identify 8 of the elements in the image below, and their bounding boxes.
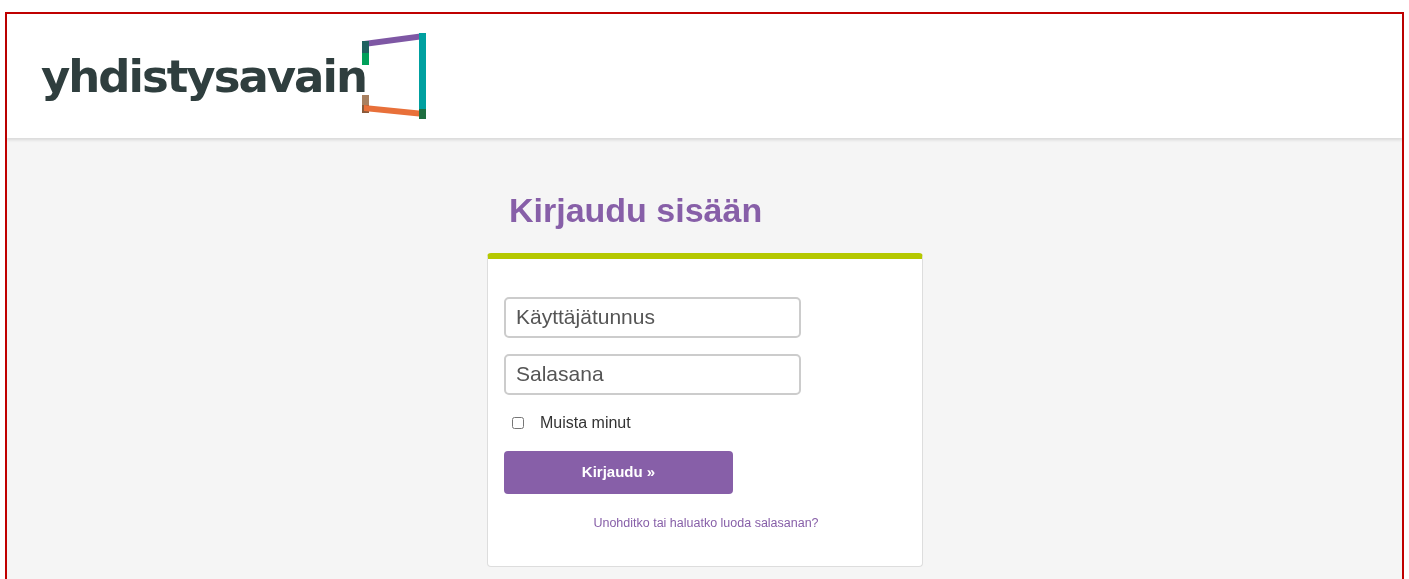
remember-checkbox[interactable]: [512, 416, 524, 429]
logo-text: yhdistysavain: [41, 53, 366, 99]
login-button[interactable]: Kirjaudu »: [504, 450, 733, 494]
page-title: Kirjaudu sisään: [509, 190, 764, 231]
password-field[interactable]: Salasana: [504, 353, 801, 395]
forgot-password-link[interactable]: Unohditko tai haluatko luoda salasanan?: [593, 515, 819, 530]
remember-label: Muista minut: [540, 412, 631, 433]
username-field[interactable]: Käyttäjätunnus: [504, 296, 801, 338]
